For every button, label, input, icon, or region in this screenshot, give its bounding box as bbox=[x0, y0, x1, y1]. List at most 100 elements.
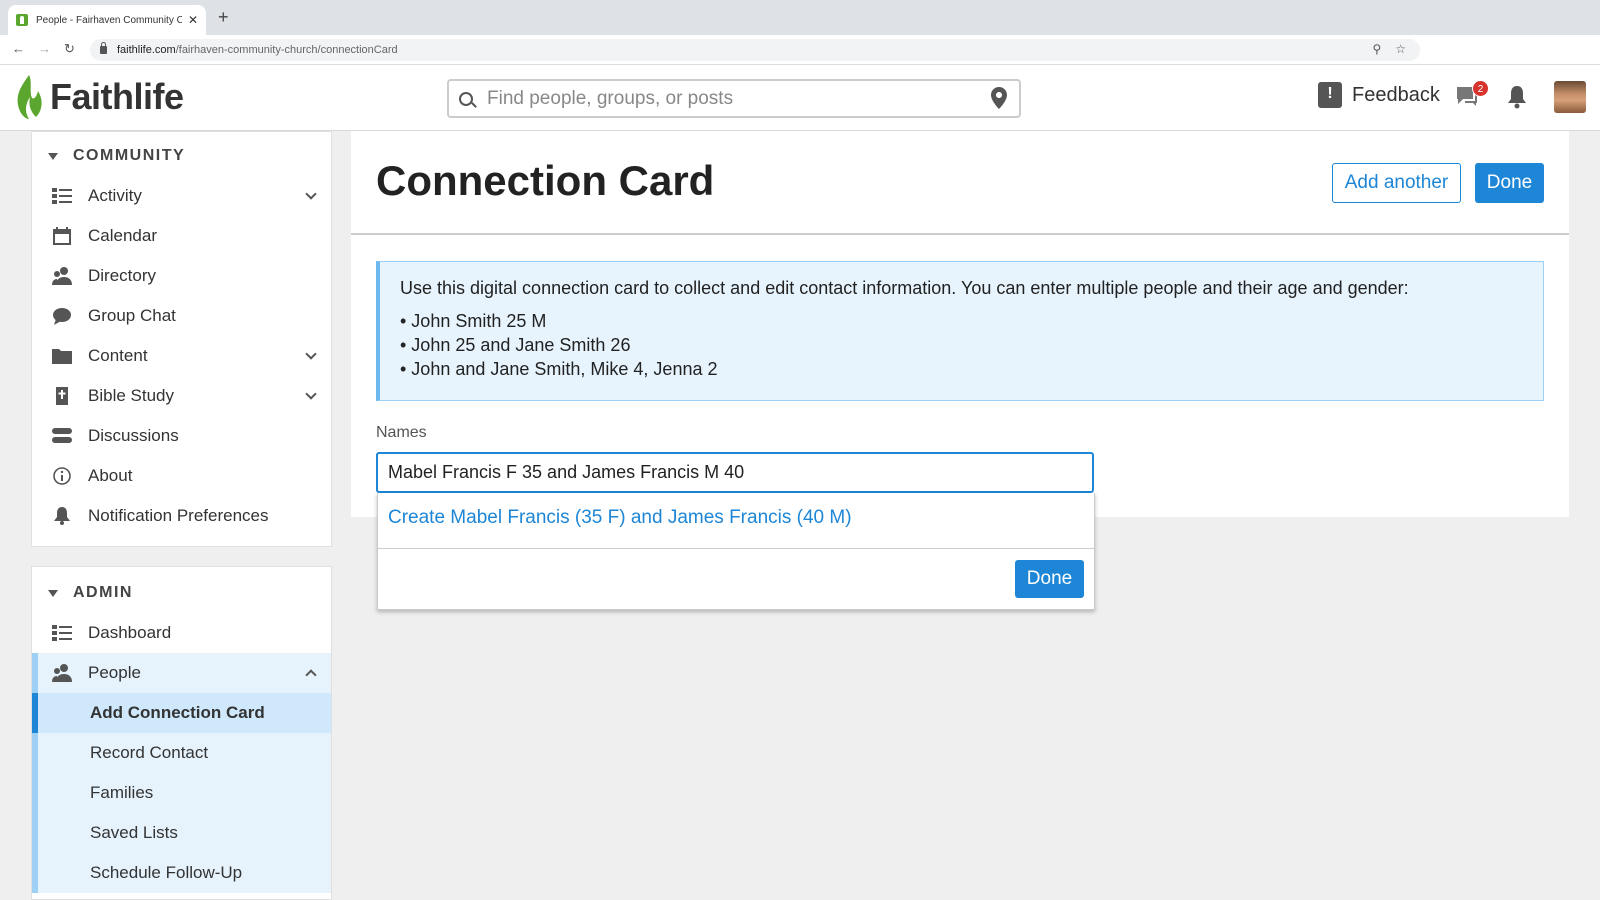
sidebar-subitem-label: Add Connection Card bbox=[90, 703, 265, 722]
chevron-up-icon[interactable] bbox=[305, 669, 317, 681]
dropdown-done-button[interactable]: Done bbox=[1015, 560, 1084, 598]
url-host: faithlife.com bbox=[117, 44, 176, 56]
sidebar-item-bible-study[interactable]: Bible Study bbox=[32, 376, 331, 416]
add-another-button[interactable]: Add another bbox=[1332, 163, 1461, 203]
sidebar-item-label: Directory bbox=[88, 266, 157, 285]
create-people-suggestion[interactable]: Create Mabel Francis (35 F) and James Fr… bbox=[388, 507, 852, 529]
sidebar-item-directory[interactable]: Directory bbox=[32, 256, 331, 296]
sidebar-item-label: Discussions bbox=[88, 426, 179, 445]
bible-icon bbox=[56, 387, 68, 405]
admin-section-header[interactable]: ADMIN bbox=[32, 573, 133, 613]
browser-tabstrip: People - Fairhaven Community C ✕ + bbox=[0, 0, 1600, 35]
sidebar-item-label: Dashboard bbox=[88, 623, 172, 642]
sidebar-item-about[interactable]: About bbox=[32, 456, 331, 496]
forward-arrow-icon[interactable]: → bbox=[38, 41, 51, 56]
names-label: Names bbox=[376, 424, 427, 441]
sidebar-item-people[interactable]: People bbox=[32, 653, 331, 693]
global-search[interactable] bbox=[447, 79, 1021, 118]
directory-icon bbox=[52, 267, 72, 285]
sidebar-item-content[interactable]: Content bbox=[32, 336, 331, 376]
feedback-label: Feedback bbox=[1352, 83, 1440, 106]
sidebar-item-label: People bbox=[88, 663, 141, 682]
messages-count-badge: 2 bbox=[1472, 80, 1489, 97]
instructions-text: Use this digital connection card to coll… bbox=[400, 278, 1409, 298]
new-tab-button[interactable]: + bbox=[218, 8, 229, 26]
admin-section-title: ADMIN bbox=[73, 584, 133, 601]
sidebar-item-label: Bible Study bbox=[88, 386, 174, 405]
sidebar-subitem-saved-lists[interactable]: Saved Lists bbox=[32, 813, 331, 853]
sidebar-item-activity[interactable]: Activity bbox=[32, 176, 331, 216]
community-section-title: COMMUNITY bbox=[73, 147, 186, 164]
dropdown-divider bbox=[378, 548, 1094, 549]
reload-icon[interactable]: ↻ bbox=[64, 41, 75, 57]
feedback-exclamation-icon: ! bbox=[1318, 82, 1342, 108]
example-item: • John and Jane Smith, Mike 4, Jenna 2 bbox=[400, 359, 718, 379]
sidebar-subitem-families[interactable]: Families bbox=[32, 773, 331, 813]
sidebar-item-label: Group Chat bbox=[88, 306, 176, 325]
chevron-down-icon[interactable] bbox=[305, 188, 317, 200]
sidebar-item-calendar[interactable]: Calendar bbox=[32, 216, 331, 256]
sidebar-subitem-label: Families bbox=[90, 783, 154, 802]
bell-icon bbox=[54, 507, 70, 525]
url-path: /fairhaven-community-church/connectionCa… bbox=[175, 44, 398, 56]
bookmark-star-icon[interactable]: ☆ bbox=[1395, 42, 1406, 56]
sidebar-subitem-schedule-follow-up[interactable]: Schedule Follow-Up bbox=[32, 853, 331, 893]
sidebar-item-label: Activity bbox=[88, 186, 142, 205]
browser-tab[interactable]: People - Fairhaven Community C ✕ bbox=[8, 5, 206, 35]
sidebar-subitem-label: Record Contact bbox=[90, 743, 209, 762]
collapse-caret-icon bbox=[48, 152, 58, 160]
address-bar: ← → ↻ faithlife.com/fairhaven-community-… bbox=[0, 35, 1600, 65]
names-input[interactable] bbox=[376, 452, 1094, 493]
logo-wordmark: Faithlife bbox=[50, 76, 184, 117]
sidebar-item-label: Notification Preferences bbox=[88, 506, 269, 525]
sidebar-item-label: About bbox=[88, 466, 133, 485]
collapse-caret-icon bbox=[48, 589, 58, 597]
example-item: • John Smith 25 M bbox=[400, 311, 547, 331]
search-input[interactable] bbox=[487, 87, 967, 110]
sidebar-subitem-label: Schedule Follow-Up bbox=[90, 863, 243, 882]
sidebar-subitem-record-contact[interactable]: Record Contact bbox=[32, 733, 331, 773]
community-section-header[interactable]: COMMUNITY bbox=[32, 136, 185, 176]
feedback-button[interactable]: ! Feedback bbox=[1318, 82, 1440, 108]
example-item: • John 25 and Jane Smith 26 bbox=[400, 335, 631, 355]
calendar-icon bbox=[53, 227, 71, 245]
url-field[interactable]: faithlife.com/fairhaven-community-church… bbox=[90, 39, 1420, 61]
tab-close-icon[interactable]: ✕ bbox=[188, 13, 198, 27]
sidebar-item-label: Calendar bbox=[88, 226, 157, 245]
sidebar-item-discussions[interactable]: Discussions bbox=[32, 416, 331, 456]
dashboard-icon bbox=[52, 625, 72, 641]
header-divider bbox=[351, 233, 1569, 235]
chevron-down-icon[interactable] bbox=[305, 348, 317, 360]
activity-icon bbox=[52, 188, 72, 204]
chevron-down-icon[interactable] bbox=[305, 388, 317, 400]
done-button[interactable]: Done bbox=[1475, 163, 1544, 203]
discussions-icon bbox=[52, 428, 72, 443]
instructions-box: Use this digital connection card to coll… bbox=[376, 261, 1544, 401]
people-icon bbox=[52, 664, 72, 682]
back-arrow-icon[interactable]: ← bbox=[12, 41, 25, 56]
sidebar-subitem-add-connection-card[interactable]: Add Connection Card bbox=[32, 693, 331, 733]
page-title: Connection Card bbox=[376, 157, 715, 204]
zoom-icon[interactable]: ⚲ bbox=[1372, 42, 1381, 56]
location-pin-icon[interactable] bbox=[991, 87, 1007, 109]
sidebar-item-dashboard[interactable]: Dashboard bbox=[32, 613, 331, 653]
folder-icon bbox=[52, 349, 72, 364]
user-avatar[interactable] bbox=[1554, 81, 1586, 113]
tab-title: People - Fairhaven Community C bbox=[36, 14, 182, 26]
flame-logo-icon bbox=[17, 75, 42, 119]
sidebar-item-label: Content bbox=[88, 346, 148, 365]
app-header: Faithlife ! Feedback 2 bbox=[0, 65, 1600, 131]
sidebar-subitem-label: Saved Lists bbox=[90, 823, 178, 842]
lock-icon bbox=[100, 42, 107, 54]
connection-card-panel: Connection Card Add another Done Use thi… bbox=[351, 131, 1569, 517]
community-section: COMMUNITY Activity Calendar Directory Gr… bbox=[31, 131, 332, 547]
info-icon bbox=[53, 467, 71, 485]
admin-section: ADMIN Dashboard People Add Connection Ca… bbox=[31, 566, 332, 900]
chat-bubble-icon bbox=[53, 308, 71, 325]
sidebar-item-group-chat[interactable]: Group Chat bbox=[32, 296, 331, 336]
search-icon bbox=[459, 91, 473, 106]
notifications-bell-icon[interactable] bbox=[1507, 85, 1527, 109]
faithlife-logo[interactable]: Faithlife bbox=[14, 73, 184, 121]
sidebar-item-notification-preferences[interactable]: Notification Preferences bbox=[32, 496, 331, 536]
faithlife-favicon-icon bbox=[16, 14, 28, 26]
